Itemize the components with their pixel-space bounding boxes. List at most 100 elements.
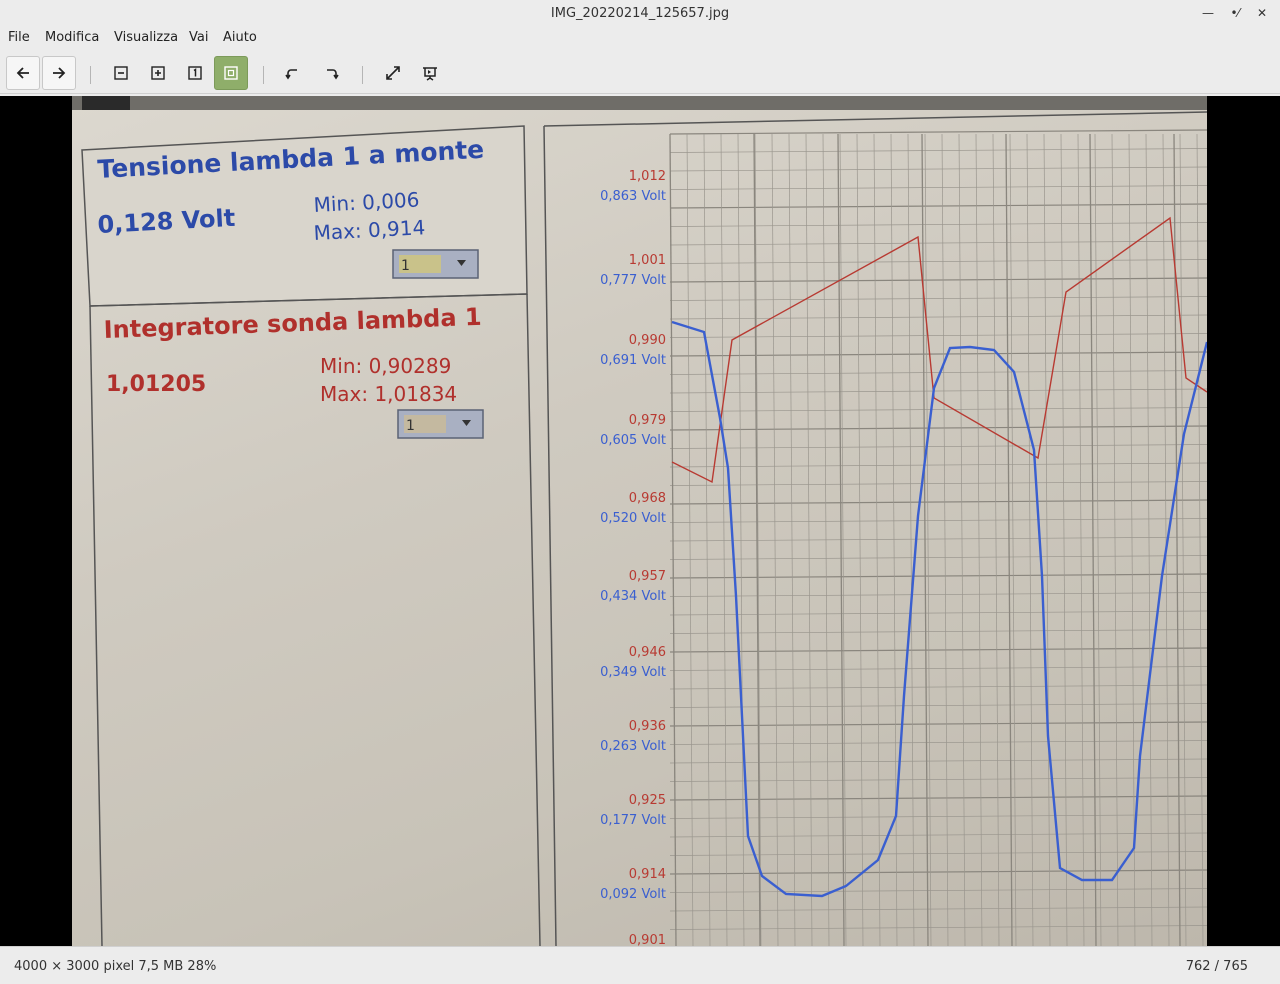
grid-line [669, 499, 1207, 505]
minimize-icon[interactable]: — [1198, 4, 1218, 22]
zoom-normal-button[interactable] [178, 56, 212, 90]
grid-line [669, 333, 1207, 338]
zoom-out-icon [114, 66, 128, 80]
maximize-icon[interactable]: •⁄ [1225, 4, 1245, 22]
fullscreen-icon [386, 66, 400, 80]
grid-line [669, 592, 1207, 597]
axis-label-red: 0,936 [629, 719, 666, 734]
photo-content: Tensione lambda 1 a monte 0,128 Volt Min… [72, 96, 1207, 946]
axis-label-red: 0,990 [629, 333, 666, 348]
chart-top-edge [543, 111, 1207, 127]
axis-label-blue: 0,434 Volt [600, 589, 666, 604]
zoom-out-button[interactable] [104, 56, 138, 90]
menu-bar: File Modifica Visualizza Vai Aiuto [0, 28, 1280, 50]
grid-line [703, 133, 711, 946]
grid-line [669, 425, 1207, 431]
menu-file[interactable]: File [8, 30, 30, 45]
panel2-min: Min: 0,90289 [320, 354, 451, 378]
grid-line [669, 740, 1207, 745]
axis-label-red: 0,957 [629, 569, 666, 584]
image-position: 762 / 765 [1185, 959, 1248, 974]
grid-line [669, 573, 1207, 579]
grid-line [669, 444, 1207, 449]
zoom-normal-icon [188, 66, 202, 80]
rotate-left-button[interactable] [276, 56, 310, 90]
panel2-value: 1,01205 [106, 372, 206, 397]
grid-line [873, 133, 881, 946]
grid-line [669, 703, 1207, 708]
grid-line [669, 869, 1207, 875]
grid-line [669, 222, 1207, 227]
grid-line [669, 277, 1207, 283]
menu-modifica[interactable]: Modifica [45, 30, 99, 45]
axis-label-blue: 0,263 Volt [600, 739, 666, 754]
rotate-right-button[interactable] [314, 56, 348, 90]
grid-line [720, 133, 728, 946]
grid-line [669, 906, 1207, 912]
forward-icon [53, 67, 66, 79]
grid-line [669, 259, 1207, 264]
grid-line [1094, 133, 1102, 946]
toolbar-separator [362, 66, 363, 84]
toolbar [0, 52, 1280, 94]
grid-line [669, 166, 1207, 172]
rotate-right-icon [327, 69, 339, 80]
grid-line [669, 555, 1207, 560]
title-bar: IMG_20220214_125657.jpg — •⁄ ✕ [0, 0, 1280, 28]
grid-line [669, 129, 1207, 135]
zoom-fit-button[interactable] [214, 56, 248, 90]
grid-line [669, 684, 1207, 690]
panel2-left-edge [89, 305, 103, 946]
grid-line [669, 925, 1207, 930]
fullscreen-button[interactable] [376, 56, 410, 90]
grid-line [856, 133, 864, 946]
grid-line [924, 133, 932, 946]
image-info: 4000 × 3000 pixel 7,5 MB 28% [14, 959, 217, 974]
grid-line [669, 666, 1207, 671]
slideshow-icon [423, 67, 437, 81]
axis-label-red: 0,979 [629, 413, 666, 428]
chart-grid [669, 129, 1207, 946]
grid-line [686, 133, 694, 946]
menu-aiuto[interactable]: Aiuto [223, 30, 257, 45]
grid-line [669, 481, 1207, 486]
grid-line [669, 314, 1207, 320]
grid-line [669, 407, 1207, 412]
photo: Tensione lambda 1 a monte 0,128 Volt Min… [72, 96, 1207, 946]
slideshow-button[interactable] [413, 56, 447, 90]
grid-line [669, 518, 1207, 523]
grid-line [1026, 133, 1034, 946]
grid-line [1043, 133, 1051, 946]
grid-line [669, 777, 1207, 782]
axis-label-blue: 0,605 Volt [600, 433, 666, 448]
axis-label-red: 0,946 [629, 645, 666, 660]
grid-line [1173, 133, 1181, 946]
zoom-in-button[interactable] [141, 56, 175, 90]
grid-line [669, 851, 1207, 856]
chart-axis-labels: 1,012 0,863 Volt 1,001 0,777 Volt 0,990 0,691… [600, 169, 666, 946]
panel1-select-value: 1 [401, 258, 410, 274]
grid-line [669, 240, 1207, 246]
forward-button[interactable] [42, 56, 76, 90]
zoom-fit-icon [224, 66, 238, 80]
grid-line [941, 133, 949, 946]
panel2-right-edge [526, 293, 541, 946]
grid-line [669, 629, 1207, 634]
grid-line [907, 133, 915, 946]
close-icon[interactable]: ✕ [1252, 4, 1272, 22]
image-viewport[interactable]: Tensione lambda 1 a monte 0,128 Volt Min… [0, 96, 1280, 946]
monitor-tab [82, 96, 130, 110]
grid-line [669, 721, 1207, 727]
menu-visualizza[interactable]: Visualizza [114, 30, 178, 45]
toolbar-separator [263, 66, 264, 84]
axis-label-blue: 0,863 Volt [600, 189, 666, 204]
axis-label-red: 0,968 [629, 491, 666, 506]
grid-line [921, 133, 929, 946]
axis-label-blue: 0,092 Volt [600, 887, 666, 902]
grid-line [669, 832, 1207, 838]
menu-vai[interactable]: Vai [189, 30, 208, 45]
grid-line [669, 795, 1207, 801]
back-button[interactable] [6, 56, 40, 90]
panel2-title: Integratore sonda lambda 1 [103, 303, 482, 344]
rotate-left-icon [285, 69, 297, 80]
